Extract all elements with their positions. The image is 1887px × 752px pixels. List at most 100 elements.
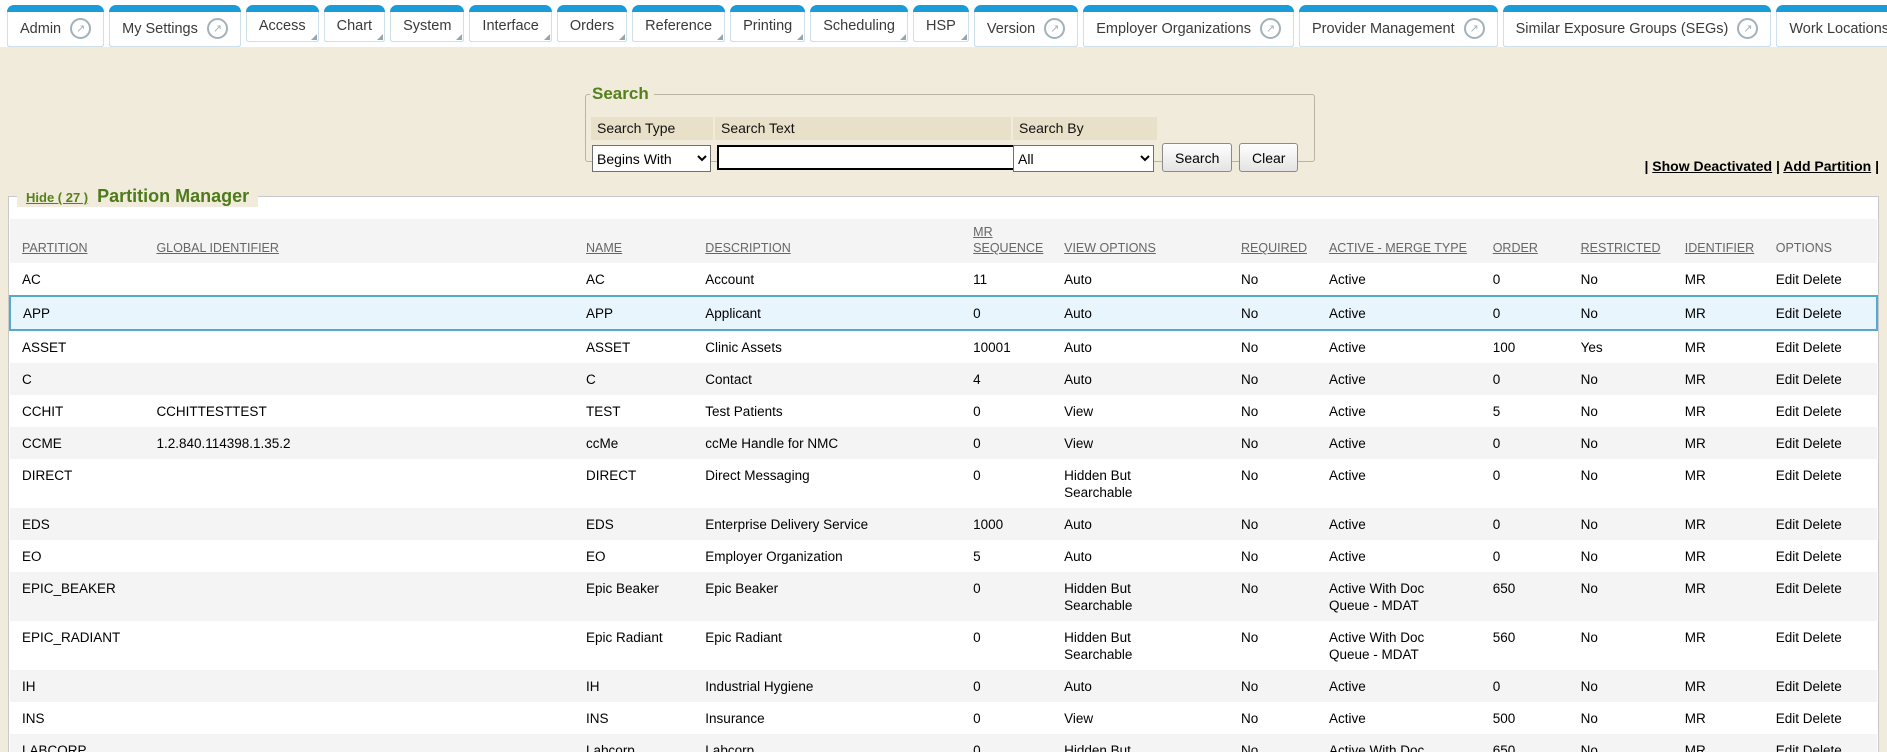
nav-tab-provider-management[interactable]: Provider Management↗ [1299,5,1498,47]
column-header-name[interactable]: NAME [574,219,693,263]
table-row-epic-radiant[interactable]: EPIC_RADIANTEpic RadiantEpic Radiant0Hid… [10,621,1877,670]
nav-tab-scheduling[interactable]: Scheduling [810,5,908,42]
column-header-link-mr_sequence[interactable]: MR SEQUENCE [973,225,1043,255]
column-header-view_options[interactable]: VIEW OPTIONS [1052,219,1229,263]
delete-link[interactable]: Delete [1803,372,1842,387]
delete-link[interactable]: Delete [1803,468,1842,483]
column-header-restricted[interactable]: RESTRICTED [1569,219,1673,263]
column-header-description[interactable]: DESCRIPTION [693,219,961,263]
table-row-c[interactable]: CCContact4AutoNoActive0NoMREdit Delete [10,363,1877,395]
delete-link[interactable]: Delete [1803,679,1842,694]
table-row-eds[interactable]: EDSEDSEnterprise Delivery Service1000Aut… [10,508,1877,540]
column-header-link-partition[interactable]: PARTITION [22,241,88,255]
nav-tab-reference[interactable]: Reference [632,5,725,42]
column-header-link-identifier[interactable]: IDENTIFIER [1685,241,1754,255]
column-header-active_merge_type[interactable]: ACTIVE - MERGE TYPE [1317,219,1481,263]
delete-link[interactable]: Delete [1803,404,1842,419]
table-row-eo[interactable]: EOEOEmployer Organization5AutoNoActive0N… [10,540,1877,572]
delete-link[interactable]: Delete [1803,630,1842,645]
table-row-epic-beaker[interactable]: EPIC_BEAKEREpic BeakerEpic Beaker0Hidden… [10,572,1877,621]
column-header-link-order[interactable]: ORDER [1493,241,1538,255]
table-row-ac[interactable]: ACACAccount11AutoNoActive0NoMREdit Delet… [10,263,1877,296]
nav-tab-similar-exposure-groups-segs[interactable]: Similar Exposure Groups (SEGs)↗ [1503,5,1772,47]
edit-link[interactable]: Edit [1776,743,1799,752]
nav-tab-access[interactable]: Access [246,5,319,42]
column-header-required[interactable]: REQUIRED [1229,219,1317,263]
show-deactivated-link[interactable]: Show Deactivated [1652,158,1772,174]
column-header-link-name[interactable]: NAME [586,241,622,255]
cell-options: Edit Delete [1764,670,1877,702]
column-header-link-description[interactable]: DESCRIPTION [705,241,790,255]
column-header-global_identifier[interactable]: GLOBAL IDENTIFIER [144,219,574,263]
column-header-link-restricted[interactable]: RESTRICTED [1581,241,1661,255]
cell-identifier: MR [1673,540,1764,572]
column-header-link-global_identifier[interactable]: GLOBAL IDENTIFIER [156,241,278,255]
cell-view_options: Auto [1052,670,1229,702]
cell-description: ccMe Handle for NMC [693,427,961,459]
delete-link[interactable]: Delete [1803,272,1842,287]
column-header-mr_sequence[interactable]: MR SEQUENCE [961,219,1052,263]
search-button[interactable]: Search [1162,143,1232,172]
table-row-app[interactable]: APPAPPApplicant0AutoNoActive0NoMREdit De… [10,296,1877,330]
table-row-asset[interactable]: ASSETASSETClinic Assets10001AutoNoActive… [10,330,1877,363]
nav-tab-chart[interactable]: Chart [324,5,385,42]
edit-link[interactable]: Edit [1776,436,1799,451]
edit-link[interactable]: Edit [1776,404,1799,419]
nav-tab-work-locations[interactable]: Work Locations↗ [1776,5,1887,47]
table-row-ccme[interactable]: CCME1.2.840.114398.1.35.2ccMeccMe Handle… [10,427,1877,459]
delete-link[interactable]: Delete [1803,306,1842,321]
nav-tab-printing[interactable]: Printing [730,5,805,42]
edit-link[interactable]: Edit [1776,679,1799,694]
column-header-partition[interactable]: PARTITION [10,219,144,263]
search-by-select[interactable]: All [1013,145,1154,172]
search-type-select[interactable]: Begins With [592,145,711,172]
nav-tab-admin[interactable]: Admin↗ [7,5,104,47]
delete-link[interactable]: Delete [1803,436,1842,451]
table-row-ih[interactable]: IHIHIndustrial Hygiene0AutoNoActive0NoMR… [10,670,1877,702]
table-row-cchit[interactable]: CCHITCCHITTESTTESTTESTTest Patients0View… [10,395,1877,427]
table-row-direct[interactable]: DIRECTDIRECTDirect Messaging0Hidden But … [10,459,1877,508]
nav-tab-hsp[interactable]: HSP [913,5,969,42]
add-partition-link[interactable]: Add Partition [1783,158,1871,174]
table-row-ins[interactable]: INSINSInsurance0ViewNoActive500NoMREdit … [10,702,1877,734]
delete-link[interactable]: Delete [1803,711,1842,726]
edit-link[interactable]: Edit [1776,517,1799,532]
nav-tab-system[interactable]: System [390,5,464,42]
cell-global_identifier [144,621,574,670]
nav-tab-employer-organizations[interactable]: Employer Organizations↗ [1083,5,1294,47]
column-header-identifier[interactable]: IDENTIFIER [1673,219,1764,263]
edit-link[interactable]: Edit [1776,372,1799,387]
separator-mid: | [1776,158,1780,174]
cell-required: No [1229,540,1317,572]
cell-active_merge_type: Active [1317,427,1481,459]
column-header-link-required[interactable]: REQUIRED [1241,241,1307,255]
edit-link[interactable]: Edit [1776,711,1799,726]
edit-link[interactable]: Edit [1776,630,1799,645]
delete-link[interactable]: Delete [1803,743,1842,752]
edit-link[interactable]: Edit [1776,581,1799,596]
cell-description: Epic Radiant [693,621,961,670]
delete-link[interactable]: Delete [1803,340,1842,355]
nav-tab-label: Work Locations [1789,21,1887,37]
delete-link[interactable]: Delete [1803,549,1842,564]
delete-link[interactable]: Delete [1803,517,1842,532]
nav-tab-label: Employer Organizations [1096,21,1251,37]
column-header-link-active_merge_type[interactable]: ACTIVE - MERGE TYPE [1329,241,1467,255]
table-row-labcorp[interactable]: LABCORPLabcorpLabcorp0Hidden But Searcha… [10,734,1877,752]
hide-link[interactable]: Hide ( 27 ) [26,190,88,205]
nav-tab-orders[interactable]: Orders [557,5,627,42]
search-text-input[interactable] [717,145,1016,170]
edit-link[interactable]: Edit [1776,306,1799,321]
clear-button[interactable]: Clear [1239,143,1298,172]
nav-tab-my-settings[interactable]: My Settings↗ [109,5,241,47]
column-header-link-view_options[interactable]: VIEW OPTIONS [1064,241,1156,255]
nav-tab-interface[interactable]: Interface [469,5,551,42]
edit-link[interactable]: Edit [1776,549,1799,564]
delete-link[interactable]: Delete [1803,581,1842,596]
edit-link[interactable]: Edit [1776,468,1799,483]
cell-active_merge_type: Active With Doc Queue - MDAT [1317,734,1481,752]
edit-link[interactable]: Edit [1776,340,1799,355]
nav-tab-version[interactable]: Version↗ [974,5,1078,47]
edit-link[interactable]: Edit [1776,272,1799,287]
column-header-order[interactable]: ORDER [1481,219,1569,263]
